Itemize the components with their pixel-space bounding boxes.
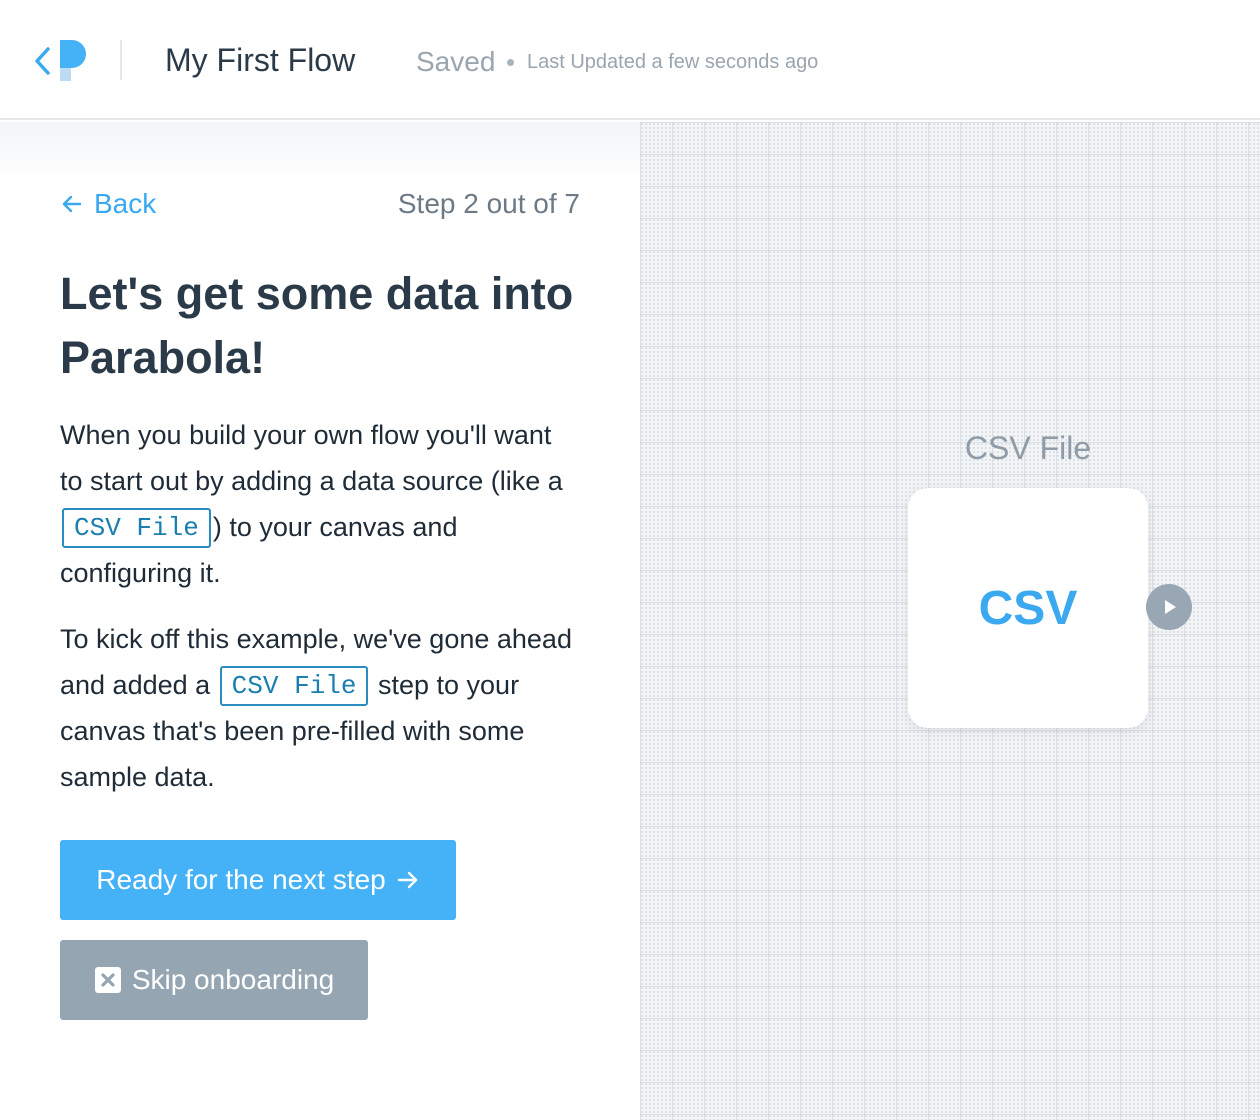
skip-onboarding-button[interactable]: Skip onboarding xyxy=(60,940,368,1020)
node-output-port[interactable] xyxy=(1146,584,1192,630)
next-step-button[interactable]: Ready for the next step xyxy=(60,840,456,920)
parabola-logo-icon[interactable] xyxy=(34,40,90,82)
save-status: Saved xyxy=(416,46,496,77)
status-separator-dot xyxy=(507,59,514,66)
last-updated-text: Last Updated a few seconds ago xyxy=(527,51,819,73)
paragraph-text: When you build your own flow you'll want… xyxy=(60,420,563,496)
csv-file-node[interactable]: CSV xyxy=(908,488,1148,728)
example-paragraph: To kick off this example, we've gone ahe… xyxy=(60,616,580,800)
arrow-left-icon xyxy=(62,195,82,213)
flow-title[interactable]: My First Flow xyxy=(165,40,355,80)
back-link[interactable]: Back xyxy=(60,186,156,222)
csv-node-label: CSV File xyxy=(964,430,1092,466)
onboarding-panel: Back Step 2 out of 7 Let's get some data… xyxy=(0,122,640,1120)
panel-shadow xyxy=(0,122,640,182)
app-header: My First Flow Saved Last Updated a few s… xyxy=(0,0,1260,120)
intro-paragraph: When you build your own flow you'll want… xyxy=(60,412,580,596)
onboarding-heading: Let's get some data into Parabola! xyxy=(60,268,574,383)
header-divider xyxy=(120,40,122,80)
play-icon xyxy=(1165,600,1176,614)
csv-file-step-chip[interactable]: CSV File xyxy=(219,666,369,706)
step-counter: Step 2 out of 7 xyxy=(397,188,580,219)
csv-file-step-chip[interactable]: CSV File xyxy=(62,508,211,548)
back-link-label: Back xyxy=(94,188,157,219)
csv-node-text: CSV xyxy=(978,581,1078,635)
skip-onboarding-label: Skip onboarding xyxy=(131,964,335,995)
flow-canvas[interactable]: CSV File CSV xyxy=(640,122,1260,1120)
arrow-right-icon xyxy=(397,871,417,889)
close-box-icon xyxy=(94,967,121,993)
next-step-button-label: Ready for the next step xyxy=(96,864,386,895)
